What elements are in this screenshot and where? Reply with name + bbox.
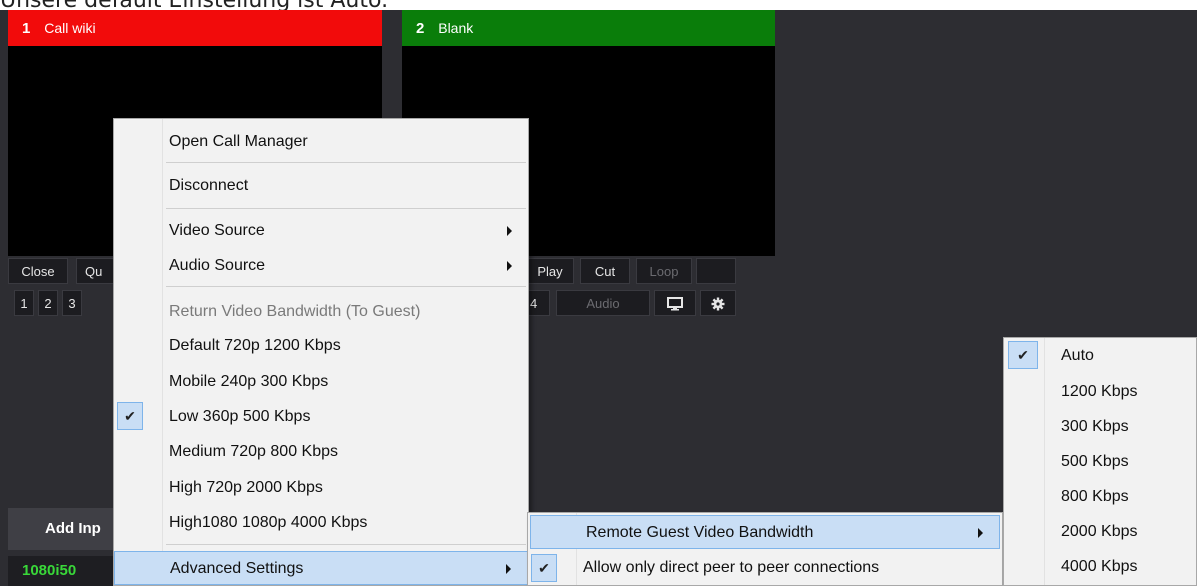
bandwidth-low-item[interactable]: ✔ Low 360p 500 Kbps (114, 400, 528, 434)
remote-bandwidth-submenu: ✔ Auto 1200 Kbps 300 Kbps 500 Kbps 800 K… (1003, 337, 1197, 586)
tile-number: 1 (22, 20, 31, 37)
overlay-4-button[interactable]: 4 (526, 290, 550, 316)
bandwidth-1200-item[interactable]: 1200 Kbps (1004, 375, 1196, 409)
bandwidth-high1080-item[interactable]: High1080 1080p 4000 Kbps (114, 506, 528, 540)
remote-guest-bandwidth-item[interactable]: Remote Guest Video Bandwidth (530, 515, 1000, 549)
input-context-menu: Open Call Manager Disconnect Video Sourc… (113, 118, 529, 586)
bandwidth-auto-item[interactable]: ✔ Auto (1004, 339, 1196, 373)
audio-source-label: Audio Source (169, 257, 266, 274)
audio-source-item[interactable]: Audio Source (114, 249, 528, 283)
menu-separator (166, 162, 526, 163)
return-bandwidth-header: Return Video Bandwidth (To Guest) (169, 303, 421, 320)
quick-play-button[interactable]: Qu (76, 258, 116, 284)
bandwidth-auto-label: Auto (1061, 347, 1094, 364)
bandwidth-300-item[interactable]: 300 Kbps (1004, 410, 1196, 444)
bandwidth-default-item[interactable]: Default 720p 1200 Kbps (114, 329, 528, 363)
remote-guest-bandwidth-label: Remote Guest Video Bandwidth (586, 524, 814, 541)
blank-control-button[interactable] (696, 258, 736, 284)
bandwidth-low-label: Low 360p 500 Kbps (169, 408, 311, 425)
check-icon: ✔ (1008, 341, 1038, 369)
direct-p2p-item[interactable]: ✔ Allow only direct peer to peer connect… (528, 551, 1002, 585)
advanced-settings-label: Advanced Settings (170, 560, 304, 577)
overlay-1-button[interactable]: 1 (14, 290, 34, 316)
disconnect-item[interactable]: Disconnect (114, 169, 528, 203)
tile-name: Blank (438, 20, 474, 36)
submenu-arrow-icon (507, 261, 512, 271)
submenu-arrow-icon (978, 528, 983, 538)
submenu-arrow-icon (506, 564, 511, 574)
close-button[interactable]: Close (8, 258, 68, 284)
menu-separator (166, 544, 526, 545)
submenu-arrow-icon (507, 226, 512, 236)
direct-p2p-label: Allow only direct peer to peer connectio… (583, 559, 880, 576)
bandwidth-4000-item[interactable]: 4000 Kbps (1004, 550, 1196, 584)
bandwidth-medium-item[interactable]: Medium 720p 800 Kbps (114, 435, 528, 469)
check-icon: ✔ (531, 554, 557, 582)
menu-separator (166, 208, 526, 209)
menu-separator (166, 286, 526, 287)
bandwidth-2000-item[interactable]: 2000 Kbps (1004, 515, 1196, 549)
open-call-manager-item[interactable]: Open Call Manager (114, 125, 528, 159)
tile-header-2[interactable]: 2 Blank (402, 10, 775, 46)
advanced-settings-item[interactable]: Advanced Settings (114, 551, 528, 585)
overlay-2-button[interactable]: 2 (38, 290, 58, 316)
audio-button[interactable]: Audio (556, 290, 650, 316)
advanced-settings-submenu: Remote Guest Video Bandwidth ✔ Allow onl… (527, 512, 1003, 586)
gear-icon[interactable] (700, 290, 736, 316)
monitor-icon[interactable] (654, 290, 696, 316)
video-source-label: Video Source (169, 222, 265, 239)
cut-button[interactable]: Cut (580, 258, 630, 284)
bandwidth-high-item[interactable]: High 720p 2000 Kbps (114, 471, 528, 505)
bandwidth-500-item[interactable]: 500 Kbps (1004, 445, 1196, 479)
overlay-3-button[interactable]: 3 (62, 290, 82, 316)
loop-button[interactable]: Loop (636, 258, 692, 284)
tile-header-1[interactable]: 1 Call wiki (8, 10, 382, 46)
bandwidth-mobile-item[interactable]: Mobile 240p 300 Kbps (114, 365, 528, 399)
tile-name: Call wiki (44, 20, 96, 36)
check-icon: ✔ (117, 402, 143, 430)
bandwidth-800-item[interactable]: 800 Kbps (1004, 480, 1196, 514)
play-button[interactable]: Play (526, 258, 574, 284)
tile-number: 2 (416, 20, 425, 37)
video-source-item[interactable]: Video Source (114, 214, 528, 248)
